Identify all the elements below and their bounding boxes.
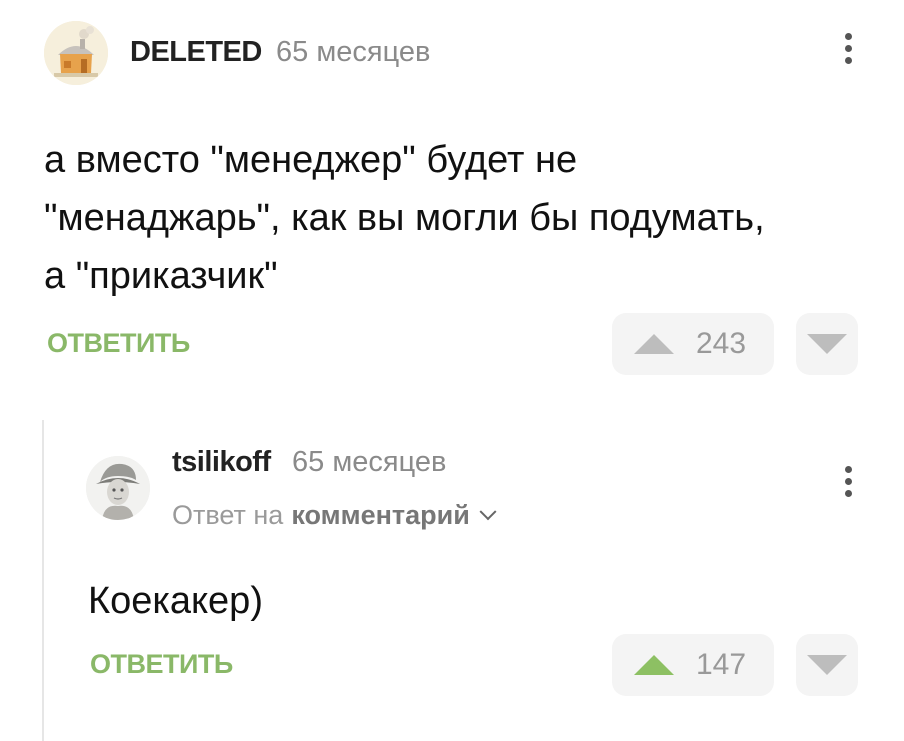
reply-downvote-button[interactable] <box>796 634 858 696</box>
reply-more-options-icon[interactable] <box>838 466 858 497</box>
reply-timestamp: 65 месяцев <box>292 446 447 478</box>
triangle-up-icon <box>634 655 674 675</box>
comment-body-line-2: "менаджарь", как вы могли бы подумать, <box>44 197 765 239</box>
reply-vote-count: 147 <box>696 648 747 681</box>
vote-count: 243 <box>696 327 747 360</box>
portrait-avatar-icon <box>86 456 150 520</box>
comment-author[interactable]: DELETED <box>130 36 262 69</box>
triangle-down-icon <box>807 334 847 354</box>
triangle-up-icon <box>634 334 674 354</box>
comment-timestamp: 65 месяцев <box>276 36 431 68</box>
reply-to-prefix: Ответ на <box>172 500 284 530</box>
avatar-deleted[interactable] <box>44 21 108 85</box>
reply-to-link[interactable]: Ответ на комментарий <box>172 500 497 531</box>
reply-to-target: комментарий <box>291 500 470 530</box>
upvote-button[interactable]: 243 <box>612 313 774 375</box>
reply-author[interactable]: tsilikoff <box>172 446 271 479</box>
reply-body: Коекакер) <box>88 580 263 622</box>
more-options-icon[interactable] <box>838 33 858 64</box>
comment-body-line-3: а "приказчик" <box>44 255 278 297</box>
reply-button[interactable]: ОТВЕТИТЬ <box>47 328 190 359</box>
triangle-down-icon <box>807 655 847 675</box>
thread-line[interactable] <box>42 420 44 741</box>
avatar-tsilikoff[interactable] <box>86 456 150 520</box>
house-avatar-icon <box>44 21 108 85</box>
comment-body-line-1: а вместо "менеджер" будет не <box>44 139 578 181</box>
reply-reply-button[interactable]: ОТВЕТИТЬ <box>90 649 233 680</box>
chevron-down-icon <box>479 502 497 520</box>
downvote-button[interactable] <box>796 313 858 375</box>
reply-upvote-button[interactable]: 147 <box>612 634 774 696</box>
